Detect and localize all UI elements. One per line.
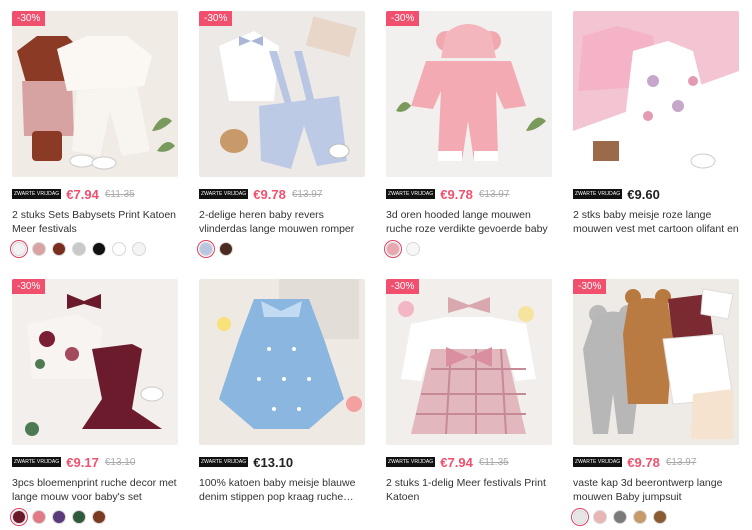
product-card[interactable]: -30% ZWARTE VRIJDAG €9.78 €13.97 2-delig… (199, 11, 365, 256)
black-friday-tag: ZWARTE VRIJDAG (573, 457, 623, 467)
sale-price: €7.94 (440, 454, 473, 470)
pink-cardigan-elephant-dress-image (573, 11, 739, 177)
product-card[interactable]: -30% ZWARTE VRIJDAG €9.78 €13.97 vaste k… (573, 279, 739, 524)
product-image[interactable] (573, 11, 739, 177)
color-swatch[interactable] (132, 242, 146, 256)
product-image[interactable]: -30% (12, 11, 178, 177)
color-swatch[interactable] (32, 242, 46, 256)
discount-badge: -30% (386, 279, 420, 294)
discount-badge: -30% (573, 279, 607, 294)
color-swatch[interactable] (199, 242, 213, 256)
bowtie-romper-overall-image (199, 11, 365, 177)
color-swatch[interactable] (593, 510, 607, 524)
black-friday-tag: ZWARTE VRIJDAG (199, 457, 249, 467)
discount-badge: -30% (386, 11, 420, 26)
price: €13.10 (253, 454, 294, 470)
original-price: €13.97 (478, 188, 510, 200)
color-swatch[interactable] (72, 242, 86, 256)
color-swatch[interactable] (406, 242, 420, 256)
product-card[interactable]: -30% ZWARTE VRIJDAG €7.94 €11.35 2 stuks… (12, 11, 178, 256)
blue-denim-dot-dress-image (199, 279, 365, 445)
original-price: €13.10 (104, 456, 136, 468)
discount-badge: -30% (12, 279, 46, 294)
product-image[interactable]: -30% (12, 279, 178, 445)
product-card[interactable]: -30% ZWARTE VRIJDAG €7.94 €11.35 2 stuks… (386, 279, 552, 510)
product-card[interactable]: -30% ZWARTE VRIJDAG €9.17 €13.10 3pcs bl… (12, 279, 178, 524)
color-swatch[interactable] (219, 242, 233, 256)
discount-badge: -30% (12, 11, 46, 26)
product-title[interactable]: 3d oren hooded lange mouwen ruche roze v… (386, 208, 552, 236)
product-title[interactable]: vaste kap 3d beerontwerp lange mouwen Ba… (573, 476, 739, 504)
product-image[interactable]: -30% (386, 279, 552, 445)
product-image[interactable]: -30% (386, 11, 552, 177)
product-title[interactable]: 100% katoen baby meisje blauwe denim sti… (199, 476, 365, 504)
original-price: €13.97 (291, 188, 323, 200)
color-swatches (199, 242, 365, 256)
color-swatches (573, 510, 739, 524)
bear-hood-jumpsuits-image (573, 279, 739, 445)
black-friday-tag: ZWARTE VRIJDAG (386, 189, 436, 199)
black-friday-tag: ZWARTE VRIJDAG (12, 189, 62, 199)
sale-price: €9.78 (253, 186, 286, 202)
color-swatches (12, 242, 178, 256)
product-title[interactable]: 2 stuks Sets Babysets Print Katoen Meer … (12, 208, 178, 236)
original-price: €11.35 (104, 188, 135, 200)
product-title[interactable]: 2 stks baby meisje roze lange mouwen ves… (573, 208, 739, 236)
color-swatch[interactable] (52, 242, 66, 256)
color-swatch[interactable] (653, 510, 667, 524)
black-friday-tag: ZWARTE VRIJDAG (573, 189, 623, 199)
sale-price: €9.78 (627, 454, 660, 470)
sale-price: €9.78 (440, 186, 473, 202)
color-swatch[interactable] (52, 510, 66, 524)
product-title[interactable]: 2-delige heren baby revers vlinderdas la… (199, 208, 365, 236)
color-swatch[interactable] (112, 242, 126, 256)
black-friday-tag: ZWARTE VRIJDAG (12, 457, 62, 467)
two-knit-baby-sets-image (12, 11, 178, 177)
color-swatch[interactable] (92, 510, 106, 524)
sale-price: €9.17 (66, 454, 99, 470)
product-title[interactable]: 2 stuks 1-delig Meer festivals Print Kat… (386, 476, 552, 504)
product-card[interactable]: ZWARTE VRIJDAG €13.10 100% katoen baby m… (199, 279, 365, 510)
color-swatch[interactable] (92, 242, 106, 256)
original-price: €11.35 (478, 456, 509, 468)
color-swatch[interactable] (613, 510, 627, 524)
floral-ruffle-set-image (12, 279, 178, 445)
color-swatches (12, 510, 178, 524)
sale-price: €7.94 (66, 186, 99, 202)
product-title[interactable]: 3pcs bloemenprint ruche decor met lange … (12, 476, 178, 504)
discount-badge: -30% (199, 11, 233, 26)
color-swatch[interactable] (386, 242, 400, 256)
color-swatch[interactable] (72, 510, 86, 524)
color-swatch[interactable] (32, 510, 46, 524)
color-swatch[interactable] (12, 242, 26, 256)
color-swatches (386, 242, 552, 256)
product-image[interactable]: -30% (199, 11, 365, 177)
color-swatch[interactable] (573, 510, 587, 524)
product-card[interactable]: ZWARTE VRIJDAG €9.60 2 stks baby meisje … (573, 11, 739, 242)
pink-hooded-jumpsuit-image (386, 11, 552, 177)
black-friday-tag: ZWARTE VRIJDAG (199, 189, 249, 199)
price: €9.60 (627, 186, 660, 202)
original-price: €13.97 (665, 456, 697, 468)
plaid-bow-dress-image (386, 279, 552, 445)
product-image[interactable]: -30% (573, 279, 739, 445)
color-swatch[interactable] (633, 510, 647, 524)
product-card[interactable]: -30% ZWARTE VRIJDAG €9.78 €13.97 3d oren… (386, 11, 552, 256)
color-swatch[interactable] (12, 510, 26, 524)
product-image[interactable] (199, 279, 365, 445)
black-friday-tag: ZWARTE VRIJDAG (386, 457, 436, 467)
